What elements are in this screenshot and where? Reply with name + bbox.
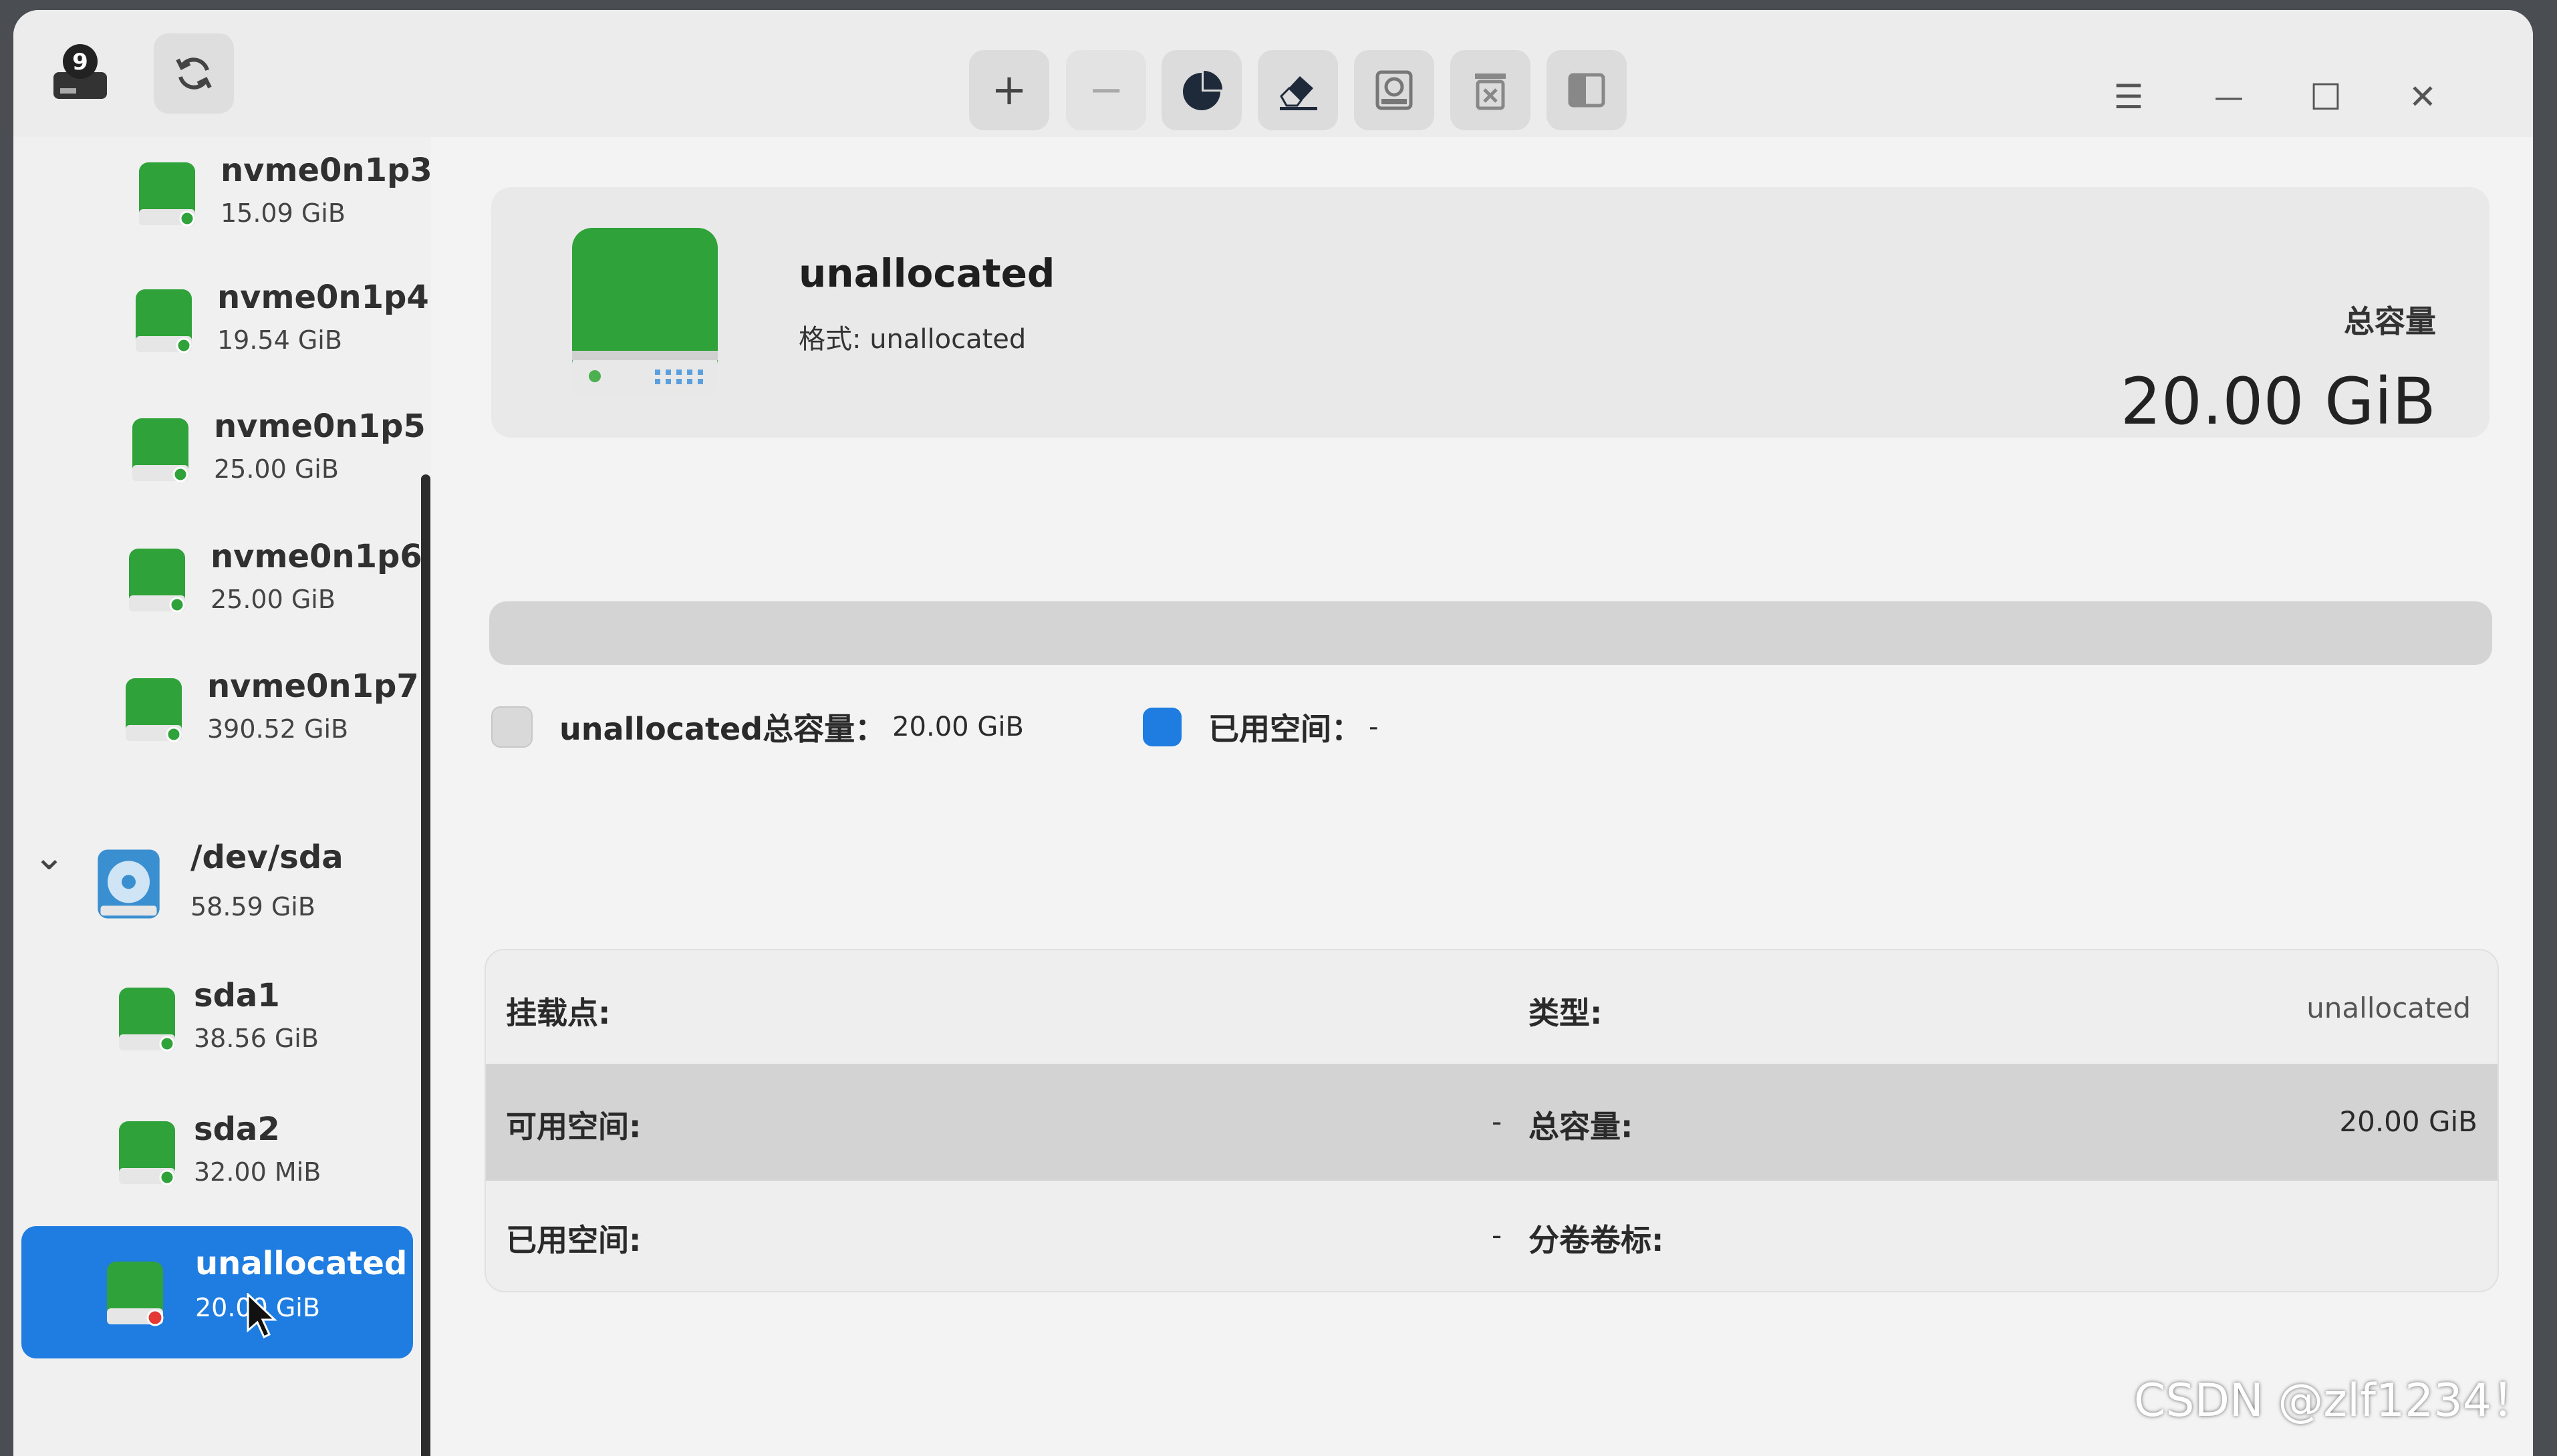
partition-disk-icon [129, 549, 185, 613]
sidebar-item-sda2[interactable]: sda2 32.00 MiB [100, 1096, 408, 1209]
partition-name: nvme0n1p7 [207, 668, 419, 705]
legend-total-label: unallocated总容量： [559, 711, 886, 747]
sidebar-item-nvme0n1p6[interactable]: nvme0n1p6 25.00 GiB [110, 523, 422, 637]
partition-button[interactable] [1162, 50, 1242, 130]
partition-disk-icon [139, 162, 195, 227]
legend-used-swatch [1143, 708, 1182, 746]
legend-used-label: 已用空间： [1208, 711, 1362, 747]
volume-label-label: 分卷卷标: [1528, 1222, 1664, 1258]
chevron-down-icon[interactable]: ⌄ [33, 835, 65, 879]
watermark: CSDN @zlf1234！ [2133, 1374, 2537, 1427]
maximize-icon: ☐ [2309, 76, 2342, 118]
mouse-cursor-icon [247, 1293, 277, 1339]
title-bar: 9 + − ☰ — ☐ ✕ [13, 10, 2533, 137]
legend-total-value: 20.00 GiB [892, 712, 1024, 742]
mount-point-label: 挂载点: [506, 995, 611, 1031]
sidebar-item-nvme0n1p7[interactable]: nvme0n1p7 390.52 GiB [107, 653, 419, 766]
main-panel: unallocated 格式: unallocated 总容量 20.00 Gi… [454, 137, 2533, 1456]
type-value: unallocated [2306, 992, 2471, 1024]
partition-title: unallocated [799, 251, 1055, 296]
partition-size: 25.00 GiB [211, 585, 335, 614]
menu-icon: ☰ [2113, 78, 2144, 116]
total-capacity-label: 总容量 [2344, 303, 2436, 339]
plus-icon: + [991, 65, 1027, 115]
sidebar-item-nvme0n1p4[interactable]: nvme0n1p4 19.54 GiB [117, 264, 429, 378]
wipe-button[interactable] [1258, 50, 1338, 130]
refresh-icon [176, 57, 212, 90]
partition-name: nvme0n1p6 [211, 538, 422, 575]
sidebar-scrollbar[interactable] [421, 474, 430, 1456]
total-size-label: 总容量: [1528, 1109, 1633, 1145]
pie-chart-icon [1183, 71, 1222, 110]
partition-disk-icon [119, 1121, 175, 1185]
menu-button[interactable]: ☰ [2095, 63, 2162, 130]
minimize-button[interactable]: — [2195, 63, 2262, 130]
remove-button[interactable] [1450, 50, 1530, 130]
close-icon: ✕ [2409, 78, 2437, 116]
app-logo-icon: 9 [40, 33, 120, 114]
details-row-used: 已用空间: - 分卷卷标: [486, 1177, 2498, 1291]
minimize-icon: — [2214, 80, 2244, 114]
format-button[interactable] [1354, 50, 1434, 130]
sidebar-item-unallocated[interactable]: unallocated 20.00 GiB [21, 1226, 413, 1358]
partition-name: sda1 [194, 977, 280, 1014]
usage-bar [489, 601, 2492, 665]
partition-disk-icon [132, 418, 188, 482]
partition-details-table: 挂载点: 类型: unallocated 可用空间: - 总容量: 20.00 … [485, 949, 2499, 1292]
svg-text:9: 9 [72, 49, 88, 76]
unallocated-disk-icon [107, 1262, 164, 1326]
free-space-label: 可用空间: [506, 1109, 642, 1145]
details-row-mount: 挂载点: 类型: unallocated [486, 950, 2498, 1067]
disk-format-icon [1375, 70, 1413, 110]
delete-partition-button[interactable]: − [1066, 50, 1146, 130]
close-button[interactable]: ✕ [2389, 63, 2456, 130]
minus-icon: − [1088, 65, 1124, 115]
device-size: 58.59 GiB [190, 892, 315, 921]
partition-disk-icon [136, 289, 192, 353]
partition-size: 15.09 GiB [221, 198, 346, 228]
partition-name: nvme0n1p5 [214, 408, 426, 445]
free-space-value: - [1492, 1105, 1502, 1138]
partition-format: 格式: unallocated [799, 324, 1027, 355]
maximize-button[interactable]: ☐ [2292, 63, 2359, 130]
partition-name: nvme0n1p3 [221, 152, 432, 189]
sidebar-item-sda1[interactable]: sda1 38.56 GiB [100, 962, 408, 1076]
eraser-icon [1280, 76, 1317, 110]
sidebar-item-nvme0n1p3[interactable]: nvme0n1p3 15.09 GiB [120, 137, 432, 251]
create-partition-button[interactable]: + [969, 50, 1049, 130]
total-size-value: 20.00 GiB [2339, 1105, 2477, 1138]
disk-utility-window: 9 + − ☰ — ☐ ✕ nvme0n1p3 15.09 GiB nvme0n… [13, 10, 2533, 1456]
hard-disk-icon [98, 849, 160, 919]
partition-size: 25.00 GiB [214, 454, 339, 484]
partition-size: 32.00 MiB [194, 1157, 321, 1187]
legend-used: 已用空间： - [1143, 705, 1378, 749]
partition-name: nvme0n1p4 [217, 279, 429, 316]
device-sidebar: nvme0n1p3 15.09 GiB nvme0n1p4 19.54 GiB … [13, 137, 432, 1456]
partition-size: 19.54 GiB [217, 325, 342, 355]
sidebar-item-nvme0n1p5[interactable]: nvme0n1p5 25.00 GiB [114, 393, 426, 506]
split-view-button[interactable] [1546, 50, 1627, 130]
partition-info-card: unallocated 格式: unallocated 总容量 20.00 Gi… [491, 187, 2489, 439]
partition-disk-icon [126, 678, 182, 742]
partition-size: 390.52 GiB [207, 714, 349, 744]
type-label: 类型: [1528, 995, 1603, 1031]
legend-used-value: - [1369, 712, 1379, 742]
details-row-free: 可用空间: - 总容量: 20.00 GiB [486, 1064, 2498, 1181]
total-capacity-value: 20.00 GiB [2120, 364, 2436, 439]
refresh-button[interactable] [154, 33, 234, 114]
partition-size: 38.56 GiB [194, 1024, 319, 1053]
partition-name: unallocated [195, 1245, 408, 1282]
used-space-value: - [1492, 1219, 1502, 1252]
partition-disk-icon [119, 988, 175, 1052]
trash-icon [1475, 74, 1506, 110]
sidebar-item-dev-sda[interactable]: ⌄ /dev/sda 58.59 GiB [27, 825, 414, 939]
legend-total: unallocated总容量： 20.00 GiB [491, 705, 1024, 749]
split-icon [1568, 73, 1605, 108]
device-name: /dev/sda [190, 839, 344, 876]
used-space-label: 已用空间: [506, 1222, 642, 1258]
partition-name: sda2 [194, 1111, 280, 1148]
partition-large-icon [572, 228, 718, 397]
legend-total-swatch [491, 706, 533, 748]
